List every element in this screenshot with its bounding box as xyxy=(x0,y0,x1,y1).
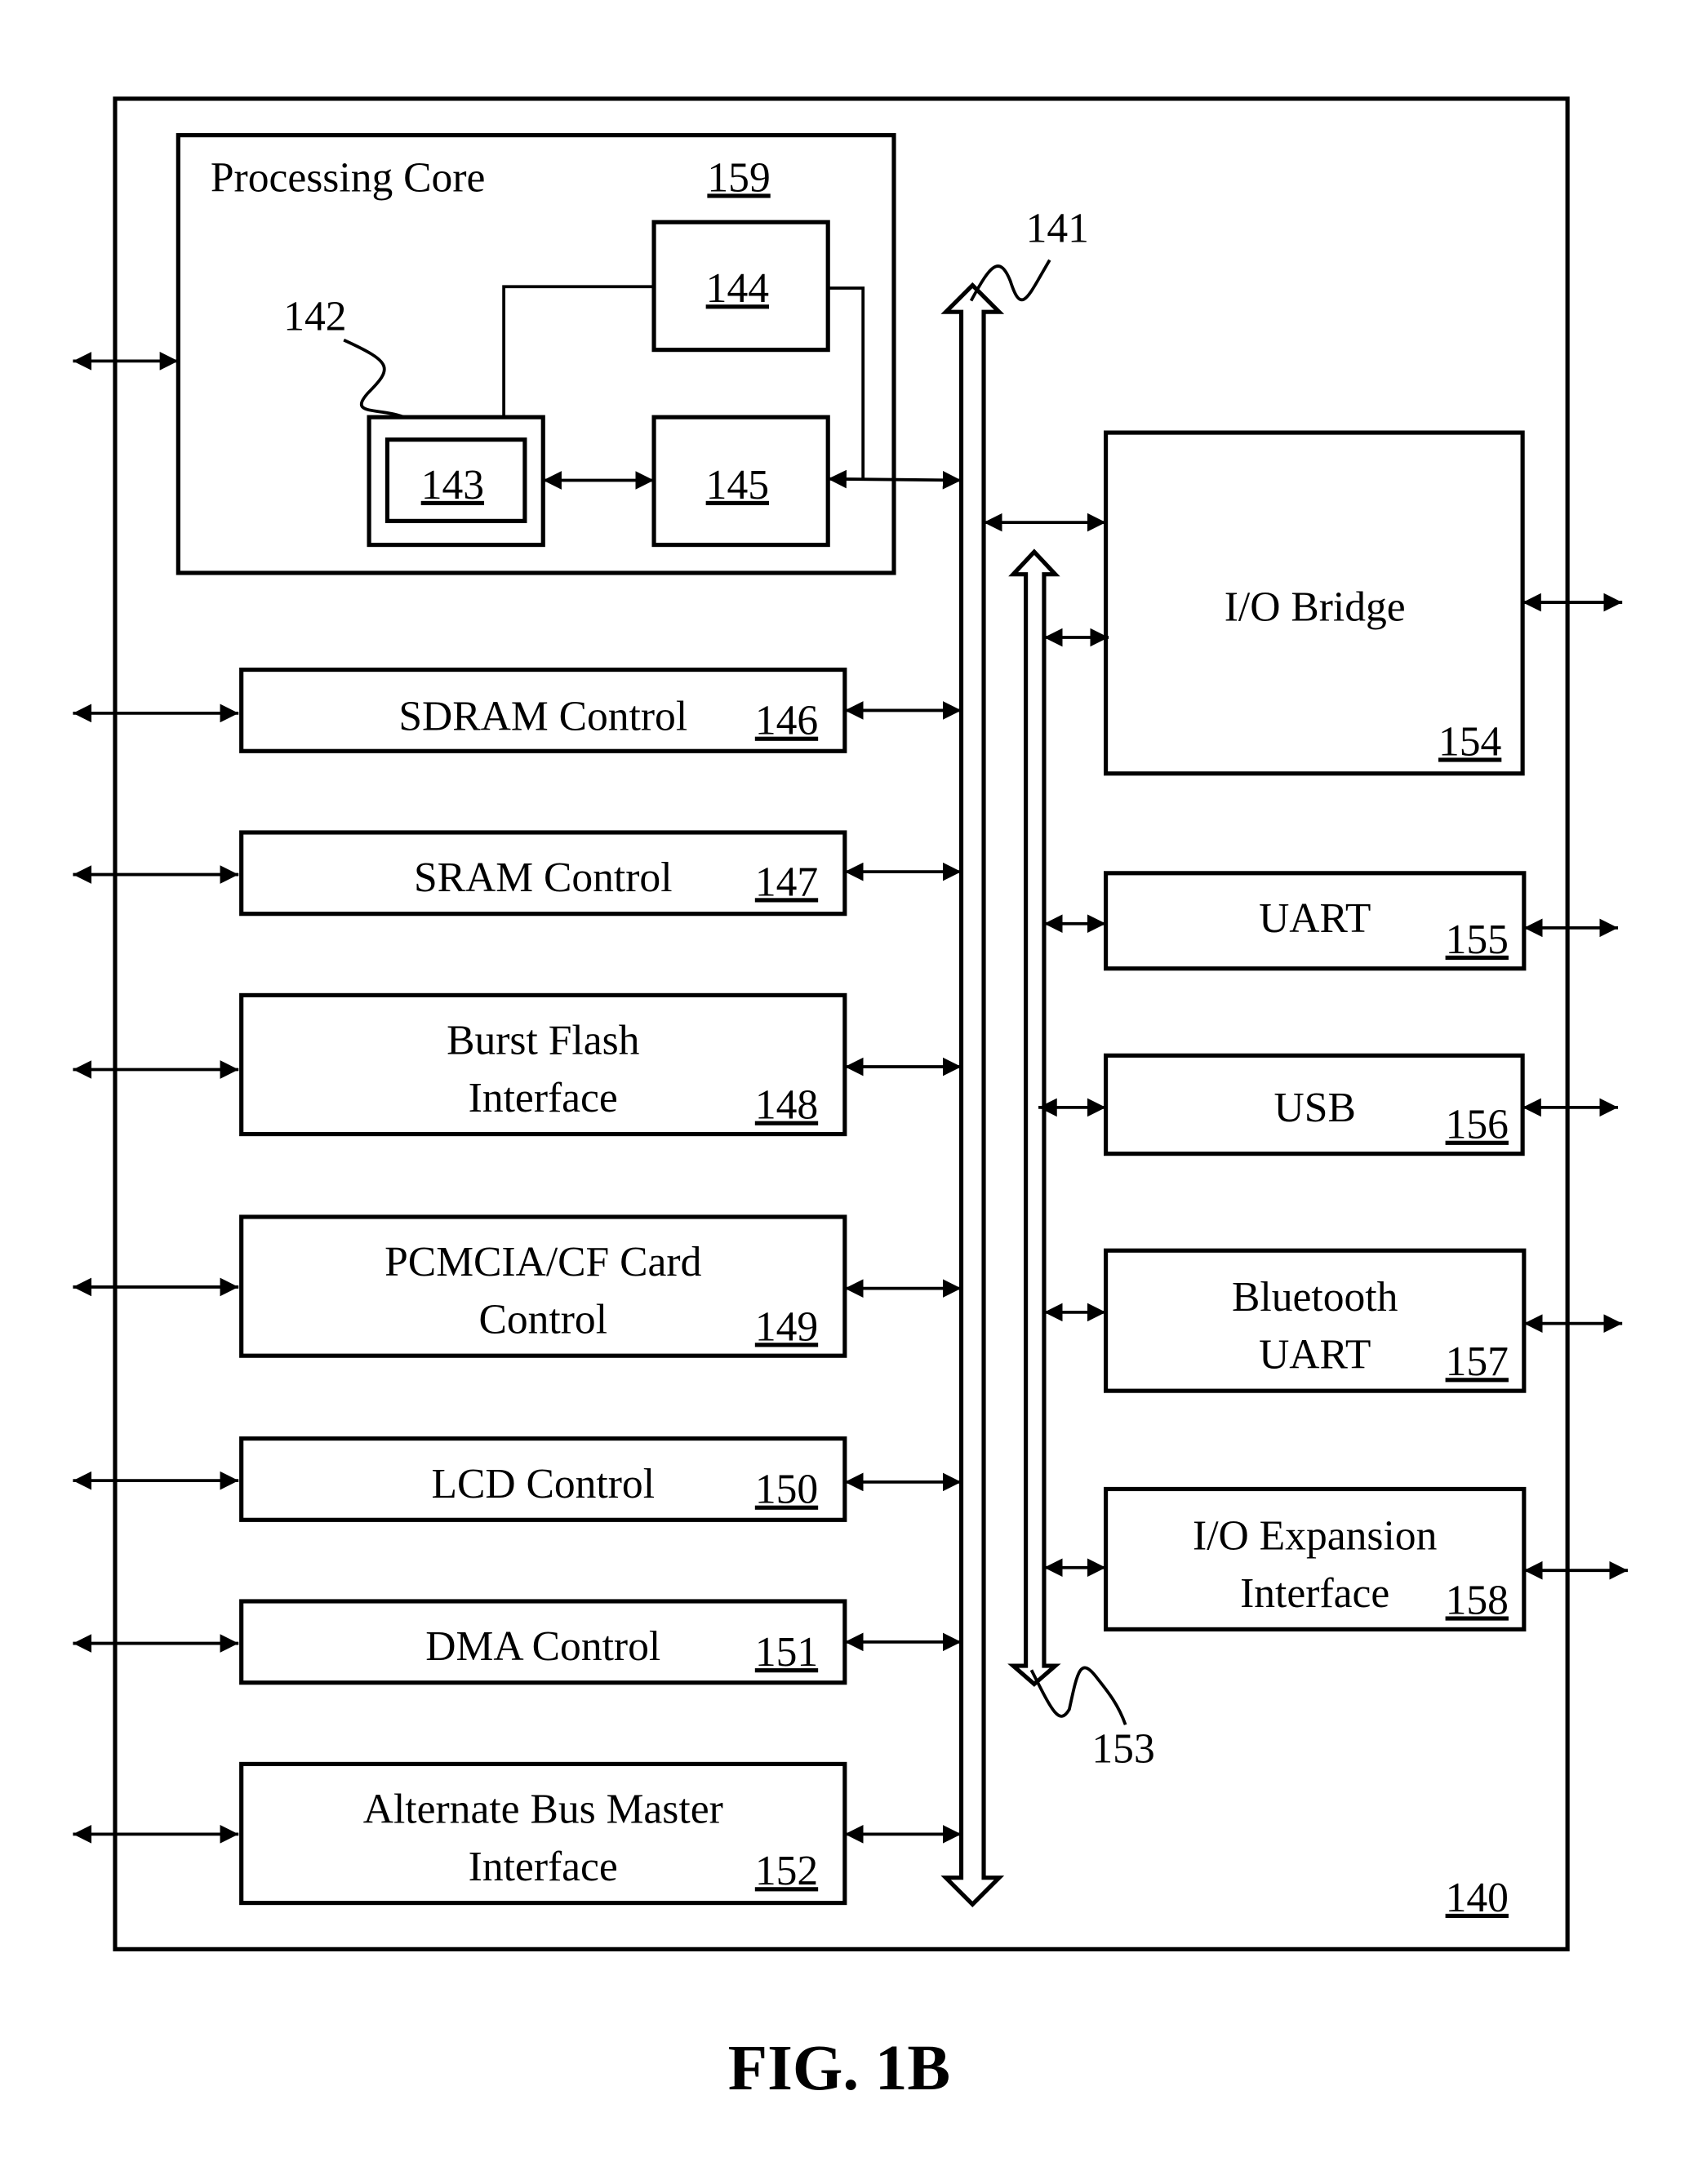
left-block-147-ref: 147 xyxy=(755,859,818,905)
processing-core-label: Processing Core xyxy=(211,154,486,201)
right-block-157-ref: 157 xyxy=(1446,1338,1509,1385)
arrow-145-bus xyxy=(828,469,962,490)
block-145-ref: 145 xyxy=(706,462,769,508)
block-144-ref: 144 xyxy=(706,265,769,312)
processing-core-ref: 159 xyxy=(707,154,770,201)
right-block-156-label: USB xyxy=(1274,1085,1356,1131)
right-block-155-label: UART xyxy=(1259,895,1371,942)
left-block-146-ref: 146 xyxy=(755,698,818,744)
left-block-148-label-1: Burst Flash xyxy=(447,1018,640,1064)
main-bus-ref: 141 xyxy=(1026,205,1089,251)
right-block-158-ref: 158 xyxy=(1446,1577,1509,1623)
system-ref: 140 xyxy=(1446,1875,1509,1921)
figure-caption: FIG. 1B xyxy=(728,2033,950,2104)
right-block-154-ref: 154 xyxy=(1438,718,1501,765)
left-block-147-label: SRAM Control xyxy=(414,855,673,901)
left-block-146-label: SDRAM Control xyxy=(398,693,687,739)
left-block-151-label: DMA Control xyxy=(425,1623,660,1670)
block-142-ref: 142 xyxy=(283,294,346,340)
left-block-149-label-2: Control xyxy=(478,1297,607,1343)
left-block-151-ref: 151 xyxy=(755,1629,818,1676)
right-block-158-label-2: Interface xyxy=(1240,1570,1389,1617)
left-block-149-ref: 149 xyxy=(755,1303,818,1350)
block-143-ref: 143 xyxy=(421,462,484,508)
right-block-154-label: I/O Bridge xyxy=(1225,584,1406,630)
left-block-150-label: LCD Control xyxy=(431,1461,655,1507)
block-diagram: 140 Processing Core 159 144 145 143 142 … xyxy=(73,96,1629,2104)
right-block-157-label-2: UART xyxy=(1259,1332,1371,1378)
left-block-148-ref: 148 xyxy=(755,1082,818,1129)
right-block-155-ref: 155 xyxy=(1446,917,1509,963)
left-block-152-label-2: Interface xyxy=(469,1844,618,1890)
right-block-157-label-1: Bluetooth xyxy=(1232,1274,1398,1321)
left-block-149-label-1: PCMCIA/CF Card xyxy=(384,1239,701,1285)
left-block-150-ref: 150 xyxy=(755,1467,818,1513)
right-block-156-ref: 156 xyxy=(1446,1102,1509,1148)
left-block-148-label-2: Interface xyxy=(469,1075,618,1121)
right-block-158-label-1: I/O Expansion xyxy=(1193,1512,1437,1559)
left-block-152-ref: 152 xyxy=(755,1848,818,1894)
left-block-152-label-1: Alternate Bus Master xyxy=(363,1787,723,1833)
secondary-bus-ref: 153 xyxy=(1091,1726,1154,1773)
